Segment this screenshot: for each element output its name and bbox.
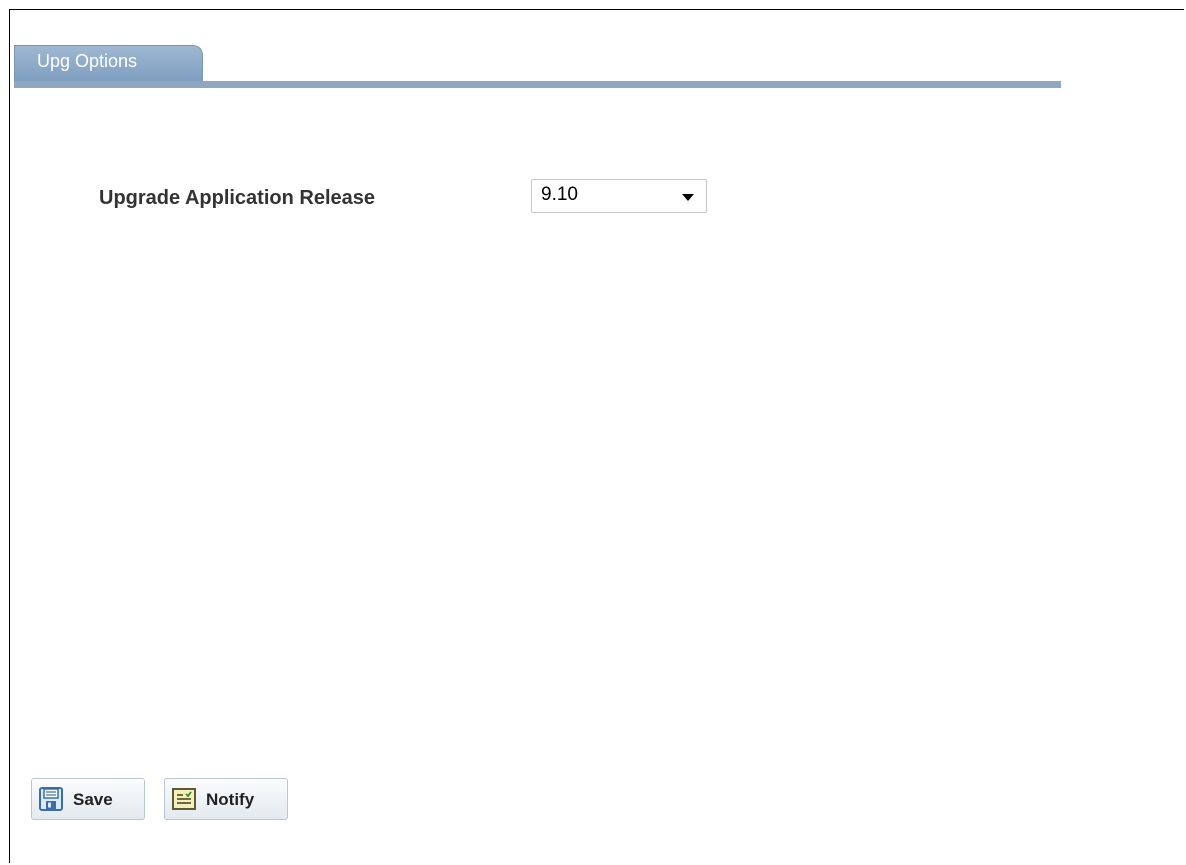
save-button[interactable]: Save [31,778,145,820]
tab-upg-options[interactable]: Upg Options [14,45,203,82]
tab-strip: Upg Options [14,45,1061,88]
page-frame [9,9,1184,863]
upgrade-release-select[interactable]: 9.10 [531,179,707,213]
chevron-down-icon [682,194,694,201]
save-button-label: Save [73,790,113,809]
notify-button-label: Notify [206,790,255,809]
upgrade-release-label: Upgrade Application Release [99,187,375,209]
tab-label: Upg Options [37,51,138,71]
select-value: 9.10 [541,184,578,205]
notify-button[interactable]: Notify [164,778,288,820]
floppy-disk-icon [39,787,63,811]
tab-divider [14,81,1061,88]
note-icon [172,788,196,810]
